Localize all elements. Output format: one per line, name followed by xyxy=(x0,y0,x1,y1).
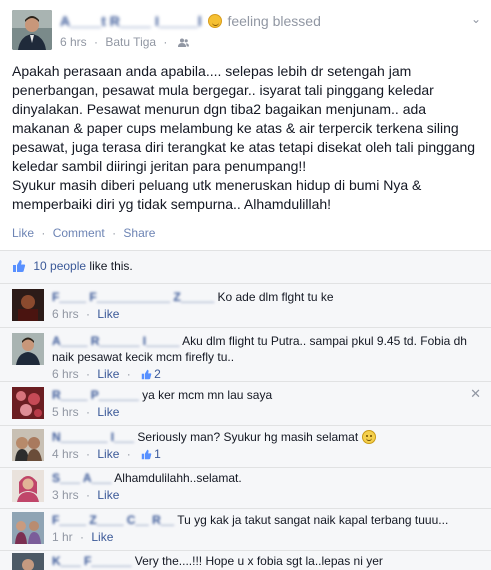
ufi-section: 10 people like this. F____ F___________ … xyxy=(0,250,491,570)
comment-item: R____ P______ ya ker mcm mn lau saya 5 h… xyxy=(12,387,482,425)
commenter-name[interactable]: F____ F___________ Z_____ xyxy=(52,289,214,305)
comment-like-link[interactable]: Like xyxy=(97,447,119,461)
feeling-emoji-icon xyxy=(207,14,222,28)
commenter-avatar[interactable] xyxy=(12,333,44,365)
commenter-avatar[interactable] xyxy=(12,470,44,502)
divider xyxy=(0,425,491,426)
comment-item: F____ F___________ Z_____ Ko ade dlm flg… xyxy=(12,289,482,327)
comment-link[interactable]: Comment xyxy=(53,226,105,240)
comment-like-link[interactable]: Like xyxy=(97,488,119,502)
comment-like-link[interactable]: Like xyxy=(91,530,113,544)
like-link[interactable]: Like xyxy=(12,226,34,240)
comment-time[interactable]: 1 hr xyxy=(52,530,73,544)
comment-text: A____ R______ I_____ Aku dlm flight tu P… xyxy=(52,333,467,364)
commenter-name[interactable]: F____ Z____ C__ R__ xyxy=(52,512,174,528)
commenter-name[interactable]: R____ P______ xyxy=(52,387,139,403)
close-icon[interactable]: ✕ xyxy=(470,386,481,402)
comment-text: N_______ I___ Seriously man? Syukur hg m… xyxy=(52,429,472,445)
location-link[interactable]: Batu Tiga xyxy=(105,35,156,49)
story-meta: 6 hrs · Batu Tiga · xyxy=(60,35,189,49)
timestamp-link[interactable]: 6 hrs xyxy=(60,35,87,49)
commenter-avatar[interactable] xyxy=(12,289,44,321)
feed-story: ⌄ A____t R____ I_____l feeling blessed 6… xyxy=(0,0,491,570)
divider xyxy=(0,467,491,468)
comment-item: S___ A___ Alhamdulilahh..selamat. 3 hrs … xyxy=(12,470,482,508)
divider xyxy=(0,283,491,284)
divider xyxy=(0,381,491,382)
comment-item: F____ Z____ C__ R__ Tu yg kak ja takut s… xyxy=(12,512,482,550)
comment-time[interactable]: 3 hrs xyxy=(52,488,79,502)
author-name[interactable]: A____t R____ I_____l xyxy=(60,13,202,29)
commenter-name[interactable]: N_______ I___ xyxy=(52,429,134,445)
comment-meta: 6 hrs · Like · 2 xyxy=(52,367,161,381)
comment-time[interactable]: 4 hrs xyxy=(52,447,79,461)
comment-text: K___ F______ Very the....!!! Hope u x fo… xyxy=(52,553,383,569)
divider xyxy=(0,550,491,551)
author-avatar[interactable] xyxy=(12,10,52,50)
comment-meta: 3 hrs · Like xyxy=(52,488,120,502)
divider xyxy=(0,508,491,509)
comment-text: R____ P______ ya ker mcm mn lau saya xyxy=(52,387,273,403)
comment-meta: 4 hrs · Like · 1 xyxy=(52,447,161,461)
comment-like-count[interactable]: 1 xyxy=(154,447,161,461)
commenter-avatar[interactable] xyxy=(12,387,44,419)
comment-like-link[interactable]: Like xyxy=(97,307,119,321)
thumbs-up-icon xyxy=(13,260,26,272)
comment-time[interactable]: 5 hrs xyxy=(52,405,79,419)
likers-link[interactable]: 10 people xyxy=(33,259,86,273)
comment-like-link[interactable]: Like xyxy=(97,367,119,381)
story-actions: Like · Comment · Share xyxy=(12,226,156,240)
comment-text: S___ A___ Alhamdulilahh..selamat. xyxy=(52,470,242,486)
comment-meta: 1 hr · Like xyxy=(52,530,114,544)
smile-emoji-icon xyxy=(361,430,376,444)
comment-item: K___ F______ Very the....!!! Hope u x fo… xyxy=(12,553,482,570)
commenter-name[interactable]: S___ A___ xyxy=(52,470,112,486)
like-sentence: 10 people like this. xyxy=(12,259,133,277)
comment-meta: 6 hrs · Like xyxy=(52,307,120,321)
comment-item: N_______ I___ Seriously man? Syukur hg m… xyxy=(12,429,482,467)
post-body: Apakah perasaan anda apabila.... selepas… xyxy=(12,63,476,212)
comment-like-link[interactable]: Like xyxy=(97,405,119,419)
comment-text: F____ F___________ Z_____ Ko ade dlm flg… xyxy=(52,289,334,305)
chevron-down-icon[interactable]: ⌄ xyxy=(471,12,481,26)
commenter-name[interactable]: K___ F______ xyxy=(52,553,131,569)
feeling-text: feeling blessed xyxy=(227,13,321,29)
comment-item: A____ R______ I_____ Aku dlm flight tu P… xyxy=(12,333,482,381)
thumbs-up-icon xyxy=(141,449,152,460)
comment-like-count[interactable]: 2 xyxy=(154,367,161,381)
comment-meta: 5 hrs · Like xyxy=(52,405,120,419)
divider xyxy=(0,327,491,328)
commenter-avatar[interactable] xyxy=(12,512,44,544)
comment-time[interactable]: 6 hrs xyxy=(52,367,79,381)
comment-text: F____ Z____ C__ R__ Tu yg kak ja takut s… xyxy=(52,512,449,528)
commenter-avatar[interactable] xyxy=(12,553,44,570)
share-link[interactable]: Share xyxy=(123,226,155,240)
mention-link[interactable]: Putra xyxy=(271,334,300,348)
commenter-avatar[interactable] xyxy=(12,429,44,461)
commenter-name[interactable]: A____ R______ I_____ xyxy=(52,333,179,349)
friends-icon[interactable] xyxy=(175,35,189,49)
thumbs-up-icon xyxy=(141,369,152,380)
comment-time[interactable]: 6 hrs xyxy=(52,307,79,321)
header-title: A____t R____ I_____l feeling blessed xyxy=(60,13,321,29)
